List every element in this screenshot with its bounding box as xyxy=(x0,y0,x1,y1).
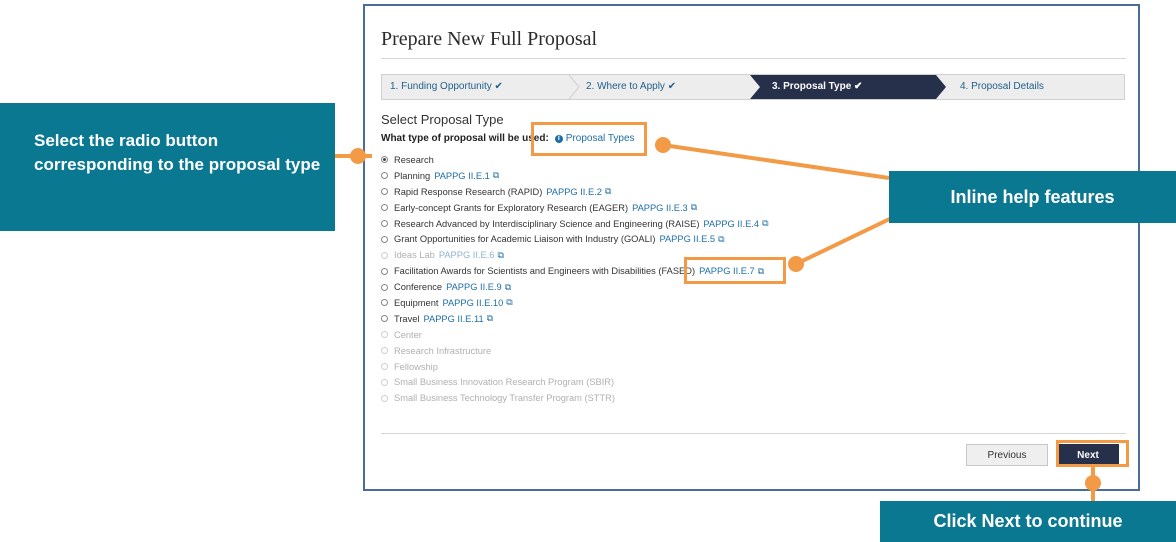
proposal-window: Prepare New Full Proposal 1. Funding Opp… xyxy=(363,4,1140,491)
radio-button xyxy=(381,394,388,402)
radio-button xyxy=(381,378,388,386)
step-where-to-apply[interactable]: 2. Where to Apply ✔ xyxy=(586,75,746,99)
proposal-option[interactable]: Research Advanced by Interdisciplinary S… xyxy=(381,216,769,232)
radio-button[interactable] xyxy=(381,220,388,227)
option-label: Conference xyxy=(394,282,443,293)
option-label: Rapid Response Research (RAPID) xyxy=(394,186,543,197)
inline-help-callout: Inline help features xyxy=(889,171,1176,223)
radio-callout: Select the radio button corresponding to… xyxy=(0,103,335,231)
pappg-link[interactable]: PAPPG II.E.1 xyxy=(434,171,490,181)
option-label: Grant Opportunities for Academic Liaison… xyxy=(394,234,656,245)
pappg-link[interactable]: PAPPG II.E.3 xyxy=(632,203,688,213)
option-label: Research xyxy=(394,154,434,165)
page-title: Prepare New Full Proposal xyxy=(381,28,598,50)
pappg-link[interactable]: PAPPG II.E.4 xyxy=(703,219,759,229)
section-title: Select Proposal Type xyxy=(381,112,504,127)
option-label: Facilitation Awards for Scientists and E… xyxy=(394,266,696,277)
footer-divider xyxy=(381,433,1126,434)
proposal-option[interactable]: Grant Opportunities for Academic Liaison… xyxy=(381,231,769,247)
radio-button[interactable] xyxy=(381,172,388,180)
radio-button[interactable] xyxy=(381,156,388,164)
radio-button[interactable] xyxy=(381,235,388,243)
external-link-icon: ⧉ xyxy=(486,313,494,324)
pappg-link[interactable]: PAPPG II.E.5 xyxy=(659,234,715,244)
radio-button[interactable] xyxy=(381,267,388,275)
option-label: Equipment xyxy=(394,297,439,308)
external-link-icon: ⧉ xyxy=(762,218,769,228)
option-label: Travel xyxy=(394,313,420,324)
pappg-link[interactable]: PAPPG II.E.9 xyxy=(446,282,502,292)
step-proposal-details: 4. Proposal Details xyxy=(960,81,1044,92)
radio-button[interactable] xyxy=(381,188,388,196)
proposal-option[interactable]: Early-concept Grants for Exploratory Res… xyxy=(381,200,769,216)
radio-button[interactable] xyxy=(381,299,388,307)
proposal-option: Small Business Innovation Research Progr… xyxy=(381,374,769,390)
radio-button xyxy=(381,331,388,339)
proposal-option[interactable]: Equipment PAPPG II.E.10 ⧉ xyxy=(381,295,769,311)
step-proposal-type[interactable]: 3. Proposal Type ✔ xyxy=(750,75,946,99)
pappg-link[interactable]: PAPPG II.E.10 xyxy=(442,298,503,308)
pappg-link[interactable]: PAPPG II.E.11 xyxy=(424,314,484,324)
proposal-option: Research Infrastructure xyxy=(381,343,769,359)
external-link-icon: ⧉ xyxy=(690,202,698,213)
option-label: Ideas Lab xyxy=(394,250,435,261)
option-label: Center xyxy=(394,329,422,340)
radio-button xyxy=(381,363,388,371)
option-label: Research Advanced by Interdisciplinary S… xyxy=(394,218,700,229)
progress-steps: 1. Funding Opportunity ✔ 2. Where to App… xyxy=(381,74,1125,100)
previous-button[interactable]: Previous xyxy=(966,444,1048,466)
step-separator xyxy=(568,75,580,99)
fased-link-highlight xyxy=(684,257,786,284)
option-label: Early-concept Grants for Exploratory Res… xyxy=(394,202,629,213)
external-link-icon: ⧉ xyxy=(492,170,500,181)
proposal-option: Fellowship xyxy=(381,359,769,375)
question-text: What type of proposal will be used: xyxy=(381,133,549,144)
radio-button[interactable] xyxy=(381,283,388,291)
radio-button[interactable] xyxy=(381,315,388,323)
proposal-option: Center xyxy=(381,327,769,343)
option-label: Small Business Innovation Research Progr… xyxy=(394,377,615,388)
help-link-highlight xyxy=(531,122,647,156)
title-divider xyxy=(381,58,1126,59)
next-callout: Click Next to continue xyxy=(880,501,1176,542)
external-link-icon: ⧉ xyxy=(604,186,612,197)
proposal-option[interactable]: Travel PAPPG II.E.11 ⧉ xyxy=(381,311,769,327)
pappg-link[interactable]: PAPPG II.E.6 xyxy=(439,250,495,260)
step-funding-opportunity[interactable]: 1. Funding Opportunity ✔ xyxy=(390,75,570,99)
proposal-option: Small Business Technology Transfer Progr… xyxy=(381,390,769,406)
radio-button[interactable] xyxy=(381,204,388,212)
pappg-link[interactable]: PAPPG II.E.2 xyxy=(546,187,602,197)
external-link-icon: ⧉ xyxy=(497,249,504,260)
option-label: Small Business Technology Transfer Progr… xyxy=(394,393,615,404)
external-link-icon: ⧉ xyxy=(506,297,513,308)
radio-button xyxy=(381,251,388,259)
option-label: Research Infrastructure xyxy=(394,345,492,356)
proposal-option[interactable]: Rapid Response Research (RAPID) PAPPG II.… xyxy=(381,184,769,200)
external-link-icon: ⧉ xyxy=(504,281,512,292)
radio-button xyxy=(381,347,388,355)
option-label: Fellowship xyxy=(394,361,438,372)
external-link-icon: ⧉ xyxy=(718,233,725,244)
next-button-highlight xyxy=(1056,440,1129,467)
proposal-option[interactable]: Planning PAPPG II.E.1 ⧉ xyxy=(381,168,769,184)
option-label: Planning xyxy=(394,170,431,181)
